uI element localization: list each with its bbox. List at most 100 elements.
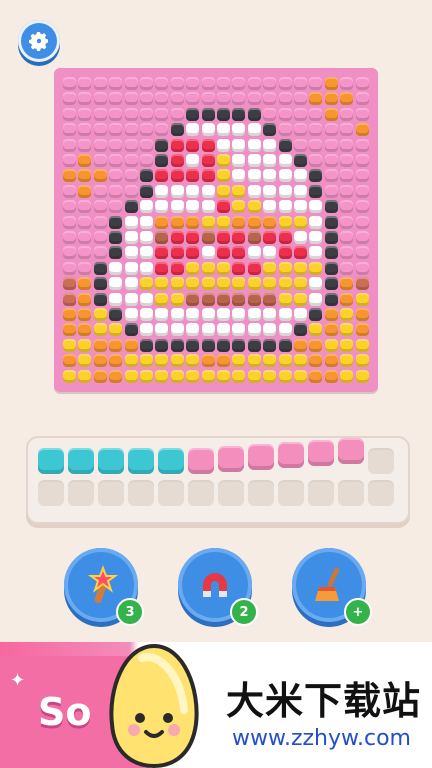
board-cell[interactable] [155, 277, 169, 291]
board-cell[interactable] [201, 354, 215, 368]
board-cell[interactable] [124, 215, 138, 229]
board-cell[interactable] [309, 261, 323, 275]
board-cell[interactable] [170, 138, 184, 152]
board-cell[interactable] [294, 369, 307, 383]
board-cell[interactable] [340, 231, 354, 244]
board-cell[interactable] [124, 338, 138, 352]
board-cell[interactable] [201, 200, 215, 214]
board-cell[interactable] [217, 154, 230, 167]
board-cell[interactable] [124, 308, 138, 321]
board-cell[interactable] [140, 107, 153, 121]
board-cell[interactable] [93, 169, 107, 183]
board-cell[interactable] [309, 215, 323, 229]
board-cell[interactable] [93, 123, 107, 137]
board-cell[interactable] [93, 154, 107, 167]
board-cell[interactable] [63, 92, 76, 106]
board-cell[interactable] [294, 138, 307, 152]
board-cell[interactable] [355, 169, 369, 183]
board-cell[interactable] [309, 123, 323, 137]
board-cell[interactable] [324, 354, 338, 368]
board-cell[interactable] [78, 169, 92, 183]
board-cell[interactable] [247, 231, 261, 244]
board-cell[interactable] [109, 154, 123, 167]
board-cell[interactable] [263, 138, 277, 152]
board-cell[interactable] [309, 323, 323, 337]
board-cell[interactable] [324, 107, 338, 121]
board-cell[interactable] [186, 215, 200, 229]
board-cell[interactable] [140, 184, 153, 198]
board-cell[interactable] [170, 246, 184, 260]
board-cell[interactable] [201, 169, 215, 183]
board-cell[interactable] [140, 231, 153, 244]
board-cell[interactable] [232, 369, 246, 383]
board-cell[interactable] [309, 107, 323, 121]
board-cell[interactable] [217, 123, 230, 137]
board-cell[interactable] [294, 323, 307, 337]
board-cell[interactable] [170, 107, 184, 121]
board-cell[interactable] [278, 231, 292, 244]
board-cell[interactable] [294, 169, 307, 183]
board-cell[interactable] [201, 261, 215, 275]
board-cell[interactable] [294, 215, 307, 229]
board-cell[interactable] [340, 354, 354, 368]
board-cell[interactable] [186, 338, 200, 352]
board-cell[interactable] [355, 138, 369, 152]
board-cell[interactable] [155, 338, 169, 352]
board-cell[interactable] [232, 77, 246, 90]
board-cell[interactable] [309, 77, 323, 90]
board-cell[interactable] [63, 246, 76, 260]
board-cell[interactable] [278, 92, 292, 106]
board-cell[interactable] [217, 246, 230, 260]
board-cell[interactable] [309, 231, 323, 244]
board-cell[interactable] [63, 308, 76, 321]
board-cell[interactable] [170, 92, 184, 106]
board-cell[interactable] [247, 308, 261, 321]
board-cell[interactable] [278, 354, 292, 368]
board-cell[interactable] [63, 277, 76, 291]
board-cell[interactable] [217, 323, 230, 337]
board-cell[interactable] [355, 123, 369, 137]
board-cell[interactable] [124, 200, 138, 214]
board-cell[interactable] [186, 154, 200, 167]
board-cell[interactable] [263, 277, 277, 291]
board-cell[interactable] [140, 323, 153, 337]
board-cell[interactable] [278, 123, 292, 137]
board-cell[interactable] [93, 308, 107, 321]
board-cell[interactable] [93, 184, 107, 198]
board-cell[interactable] [217, 169, 230, 183]
board-cell[interactable] [93, 323, 107, 337]
board-cell[interactable] [63, 215, 76, 229]
board-cell[interactable] [155, 246, 169, 260]
board-cell[interactable] [340, 308, 354, 321]
board-cell[interactable] [93, 215, 107, 229]
board-cell[interactable] [63, 354, 76, 368]
board-cell[interactable] [78, 200, 92, 214]
board-cell[interactable] [201, 77, 215, 90]
board-cell[interactable] [217, 308, 230, 321]
board-cell[interactable] [263, 338, 277, 352]
board-cell[interactable] [340, 323, 354, 337]
board-cell[interactable] [217, 184, 230, 198]
board-cell[interactable] [109, 369, 123, 383]
board-cell[interactable] [63, 107, 76, 121]
board-cell[interactable] [78, 354, 92, 368]
board-cell[interactable] [263, 308, 277, 321]
board-cell[interactable] [140, 169, 153, 183]
board-cell[interactable] [109, 323, 123, 337]
board-cell[interactable] [247, 354, 261, 368]
board-cell[interactable] [263, 292, 277, 306]
board-cell[interactable] [201, 138, 215, 152]
board-cell[interactable] [201, 323, 215, 337]
board-cell[interactable] [232, 169, 246, 183]
board-cell[interactable] [294, 246, 307, 260]
board-cell[interactable] [355, 154, 369, 167]
board-cell[interactable] [63, 261, 76, 275]
board-cell[interactable] [232, 200, 246, 214]
board-cell[interactable] [294, 77, 307, 90]
board-cell[interactable] [201, 292, 215, 306]
board-cell[interactable] [247, 338, 261, 352]
board-cell[interactable] [186, 123, 200, 137]
board-cell[interactable] [309, 246, 323, 260]
board-cell[interactable] [63, 169, 76, 183]
board-cell[interactable] [278, 200, 292, 214]
